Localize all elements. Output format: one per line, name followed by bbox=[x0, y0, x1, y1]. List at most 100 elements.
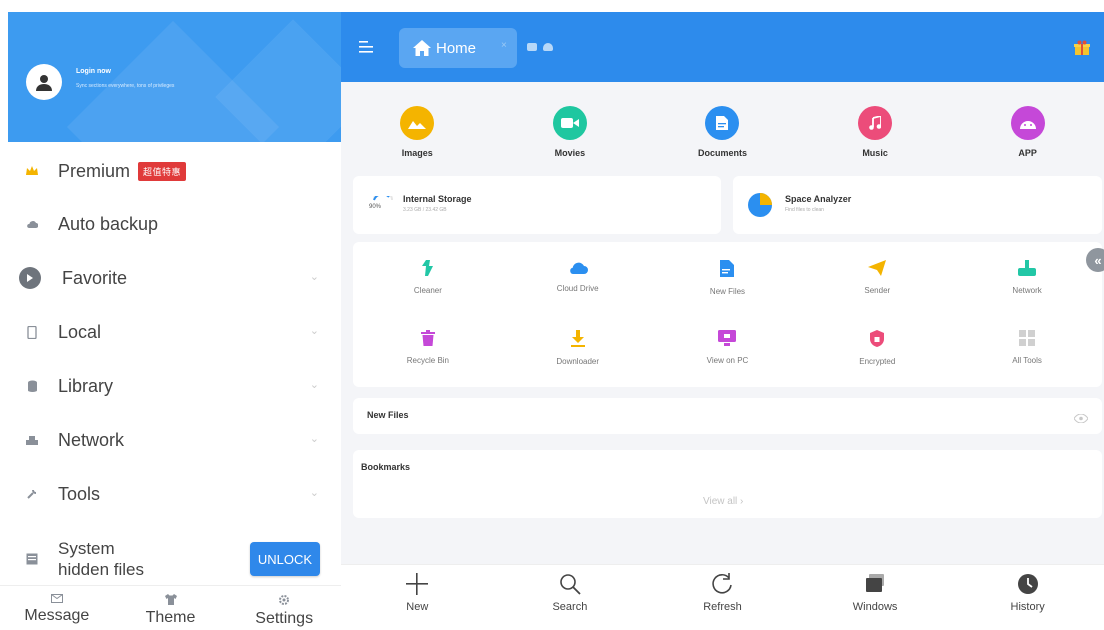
bottom-toolbar: New Search Refresh Windows History bbox=[341, 564, 1104, 630]
search-button[interactable]: Search bbox=[494, 565, 647, 630]
gear-icon bbox=[279, 595, 290, 605]
shirt-icon bbox=[164, 594, 177, 605]
tool-new-files[interactable]: New Files bbox=[653, 242, 803, 312]
trash-icon bbox=[420, 330, 435, 346]
theme-button[interactable]: Theme bbox=[114, 586, 228, 630]
menu-icon[interactable] bbox=[359, 40, 373, 58]
category-label: Images bbox=[401, 148, 433, 158]
space-analyzer-text: Space Analyzer Find files to clean bbox=[785, 194, 851, 213]
label-line: System bbox=[58, 539, 115, 558]
category-images[interactable]: Images bbox=[341, 82, 494, 172]
chevron-down-icon[interactable]: ⌄ bbox=[310, 432, 319, 445]
sidebar-item-network[interactable]: Network ⌄ bbox=[8, 417, 341, 463]
chevron-down-icon[interactable]: ⌄ bbox=[310, 378, 319, 391]
eye-icon[interactable] bbox=[1073, 410, 1089, 428]
tools-grid: Cleaner Cloud Drive New Files Sender Net… bbox=[353, 242, 1102, 390]
sidebar-item-label: Local bbox=[58, 321, 102, 342]
unlock-button[interactable]: UNLOCK bbox=[250, 542, 320, 576]
clock-icon bbox=[1017, 574, 1038, 594]
category-label: Music bbox=[862, 148, 888, 158]
double-chevron-left-icon: « bbox=[1094, 252, 1102, 268]
tab-home-label: Home bbox=[436, 39, 477, 57]
analyzer-title: Space Analyzer bbox=[785, 194, 852, 204]
plus-icon bbox=[406, 573, 429, 595]
storage-title: Internal Storage bbox=[403, 194, 472, 204]
phone-icon bbox=[8, 325, 44, 339]
chevron-down-icon[interactable]: ⌄ bbox=[310, 324, 319, 337]
tool-recycle-bin[interactable]: Recycle Bin bbox=[353, 312, 503, 382]
new-files-section[interactable]: New Files bbox=[353, 398, 1102, 434]
tool-network[interactable]: Network bbox=[952, 242, 1102, 312]
category-label: Documents bbox=[697, 148, 747, 158]
new-label: New bbox=[406, 601, 429, 613]
image-icon bbox=[400, 106, 435, 140]
label-line: hidden files bbox=[58, 560, 145, 579]
tool-sender[interactable]: Sender bbox=[802, 242, 952, 312]
category-movies[interactable]: Movies bbox=[494, 82, 647, 172]
search-icon bbox=[560, 574, 581, 595]
main-panel: Home × Images Movies Documents Music APP… bbox=[341, 12, 1104, 630]
sidebar-item-premium[interactable]: Premium 超值特惠 bbox=[8, 148, 341, 194]
message-label: Message bbox=[24, 607, 90, 624]
tool-cleaner[interactable]: Cleaner bbox=[353, 242, 503, 312]
sidebar-item-favorite[interactable]: Favorite ⌄ bbox=[8, 255, 341, 301]
view-all-link[interactable]: View all › bbox=[703, 496, 743, 507]
tab-home[interactable]: Home bbox=[399, 28, 517, 68]
analyzer-subtitle: Find files to clean bbox=[785, 207, 824, 213]
refresh-icon bbox=[712, 573, 733, 594]
sidebar-item-label: Premium bbox=[58, 160, 131, 181]
history-button[interactable]: History bbox=[951, 565, 1104, 630]
new-button[interactable]: New bbox=[341, 565, 494, 630]
cloud-icon bbox=[8, 219, 44, 229]
tool-view-on-pc[interactable]: View on PC bbox=[653, 312, 803, 382]
sidebar-item-auto-backup[interactable]: Auto backup bbox=[8, 201, 341, 247]
message-icon bbox=[50, 594, 63, 603]
chevron-down-icon[interactable]: ⌄ bbox=[310, 270, 319, 283]
app-root: Login now Sync sections everywhere, tons… bbox=[0, 0, 1104, 630]
sidebar-item-local[interactable]: Local ⌄ bbox=[8, 309, 341, 355]
new-files-title: New Files bbox=[367, 410, 409, 420]
login-subtitle: Sync sections everywhere, tons of privil… bbox=[76, 83, 175, 89]
settings-button[interactable]: Settings bbox=[227, 586, 341, 630]
star-icon bbox=[12, 267, 48, 289]
login-link[interactable]: Login now bbox=[76, 68, 111, 75]
sidebar-item-tools[interactable]: Tools ⌄ bbox=[8, 471, 341, 517]
account-header[interactable]: Login now Sync sections everywhere, tons… bbox=[8, 12, 341, 142]
collapse-panel-button[interactable]: « bbox=[1086, 248, 1104, 272]
tool-downloader[interactable]: Downloader bbox=[503, 312, 653, 382]
sidebar-bottom-bar: Message Theme Settings bbox=[0, 585, 341, 630]
sidebar-item-library[interactable]: Library ⌄ bbox=[8, 363, 341, 409]
tool-all-tools[interactable]: All Tools bbox=[952, 312, 1102, 382]
tab-cloud-icon[interactable] bbox=[543, 43, 553, 51]
hidden-files-icon bbox=[26, 552, 38, 570]
category-app[interactable]: APP bbox=[951, 82, 1104, 172]
message-button[interactable]: Message bbox=[0, 586, 114, 630]
tool-cloud-drive[interactable]: Cloud Drive bbox=[503, 242, 653, 312]
chevron-down-icon[interactable]: ⌄ bbox=[310, 486, 319, 499]
tab-window-icon[interactable] bbox=[527, 43, 537, 51]
category-label: APP bbox=[1018, 148, 1037, 158]
sidebar-item-label: Library bbox=[58, 375, 114, 396]
tool-label: Encrypted bbox=[859, 357, 896, 366]
history-label: History bbox=[1010, 601, 1045, 613]
cloud-drive-icon bbox=[569, 262, 588, 274]
user-icon bbox=[36, 75, 52, 91]
category-documents[interactable]: Documents bbox=[646, 82, 799, 172]
windows-button[interactable]: Windows bbox=[799, 565, 952, 630]
network-tool-icon bbox=[1018, 260, 1037, 276]
internal-storage-card[interactable]: 90% Internal Storage 3.23 GB / 23.42 GB bbox=[353, 176, 721, 234]
space-analyzer-card[interactable]: Space Analyzer Find files to clean bbox=[733, 176, 1102, 234]
shield-lock-icon bbox=[870, 330, 885, 347]
gift-icon[interactable] bbox=[1074, 40, 1090, 61]
storage-subtitle: 3.23 GB / 23.42 GB bbox=[403, 207, 447, 213]
sidebar-drawer: Login now Sync sections everywhere, tons… bbox=[0, 0, 341, 630]
tool-encrypted[interactable]: Encrypted bbox=[802, 312, 952, 382]
home-icon bbox=[413, 40, 431, 56]
category-music[interactable]: Music bbox=[799, 82, 952, 172]
avatar[interactable] bbox=[26, 64, 62, 100]
video-icon bbox=[552, 106, 587, 140]
refresh-button[interactable]: Refresh bbox=[646, 565, 799, 630]
close-tab-icon[interactable]: × bbox=[501, 40, 507, 51]
sidebar-item-label: Favorite bbox=[62, 267, 128, 288]
network-icon bbox=[8, 435, 44, 445]
